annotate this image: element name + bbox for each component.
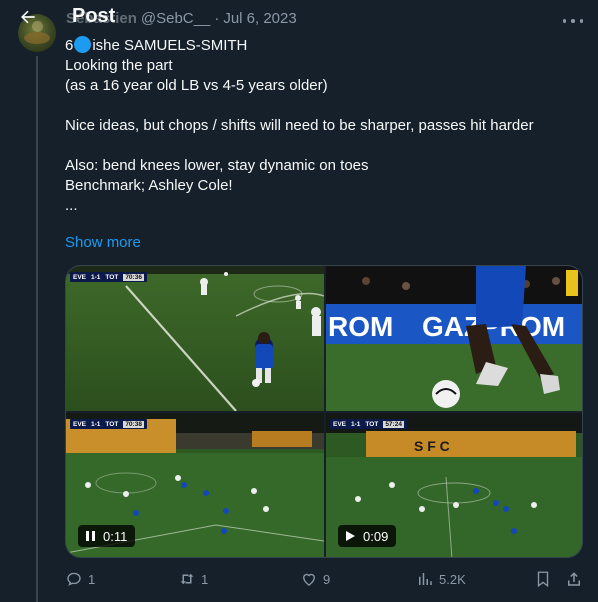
reply-icon <box>67 572 81 586</box>
thread-line <box>36 56 38 602</box>
scorebug-away: TOT <box>105 420 119 428</box>
views-chart-icon <box>419 573 432 585</box>
top-bar: Post <box>0 0 598 56</box>
media-grid: EVE 1-1 TOT 70:36 ROM GAZPROM <box>65 265 583 558</box>
media-tile-1[interactable]: EVE 1-1 TOT 70:36 <box>66 266 324 411</box>
bookmark-icon <box>537 571 549 588</box>
scorebug: EVE 1-1 TOT 57:24 <box>330 419 407 429</box>
svg-text:ROM: ROM <box>328 311 393 342</box>
scorebug-clock: 57:24 <box>383 420 404 428</box>
tweet-text: 6 ishe SAMUELS-SMITH Looking the part (as… <box>65 36 585 216</box>
reply-count: 1 <box>88 571 96 587</box>
views-button[interactable]: 5.2K <box>416 570 466 588</box>
media-tile-3[interactable]: EVE 1-1 TOT 70:38 0:11 <box>66 413 324 557</box>
scorebug-score: 1-1 <box>351 420 361 428</box>
share-button[interactable] <box>565 570 583 588</box>
stand-letters: S F C <box>414 438 450 454</box>
views-count: 5.2K <box>439 571 466 587</box>
scorebug: EVE 1-1 TOT 70:36 <box>70 272 147 282</box>
scorebug-home: EVE <box>333 420 347 428</box>
like-count: 9 <box>323 571 331 587</box>
repost-button[interactable]: 1 <box>178 570 208 588</box>
video-duration-pill[interactable]: 0:11 <box>78 525 136 547</box>
scorebug-home: EVE <box>73 273 87 281</box>
page-title: Post <box>72 5 116 27</box>
scorebug-away: TOT <box>365 420 379 428</box>
pitch-image <box>66 266 324 411</box>
scorebug-away: TOT <box>105 273 119 281</box>
scorebug-score: 1-1 <box>91 273 101 281</box>
scorebug: EVE 1-1 TOT 70:38 <box>70 419 147 429</box>
pause-icon[interactable] <box>86 531 95 541</box>
reply-button[interactable]: 1 <box>65 570 95 588</box>
scorebug-home: EVE <box>73 420 87 428</box>
closeup-image: ROM GAZPROM <box>326 266 582 411</box>
repost-icon <box>180 573 194 585</box>
heart-icon <box>303 573 315 586</box>
repost-count: 1 <box>201 571 209 587</box>
like-button[interactable]: 9 <box>300 570 330 588</box>
video-duration: 0:11 <box>103 528 128 544</box>
arrow-left-icon <box>21 10 35 24</box>
media-tile-4[interactable]: S F C EVE 1-1 TOT 57:24 0:09 <box>326 413 582 557</box>
scorebug-clock: 70:36 <box>123 273 144 281</box>
show-more-link[interactable]: Show more <box>65 234 141 251</box>
scorebug-clock: 70:38 <box>123 420 144 428</box>
video-duration: 0:09 <box>363 528 389 544</box>
video-duration-pill[interactable]: 0:09 <box>338 525 397 547</box>
share-icon <box>568 572 580 586</box>
tweet-text-body: Looking the part (as a 16 year old LB vs… <box>65 57 534 214</box>
bookmark-button[interactable] <box>534 570 552 588</box>
action-bar: 1 1 9 5.2K <box>0 570 598 592</box>
media-tile-2[interactable]: ROM GAZPROM <box>326 266 582 411</box>
back-button[interactable] <box>14 3 42 31</box>
scorebug-score: 1-1 <box>91 420 101 428</box>
play-icon[interactable] <box>346 531 355 541</box>
